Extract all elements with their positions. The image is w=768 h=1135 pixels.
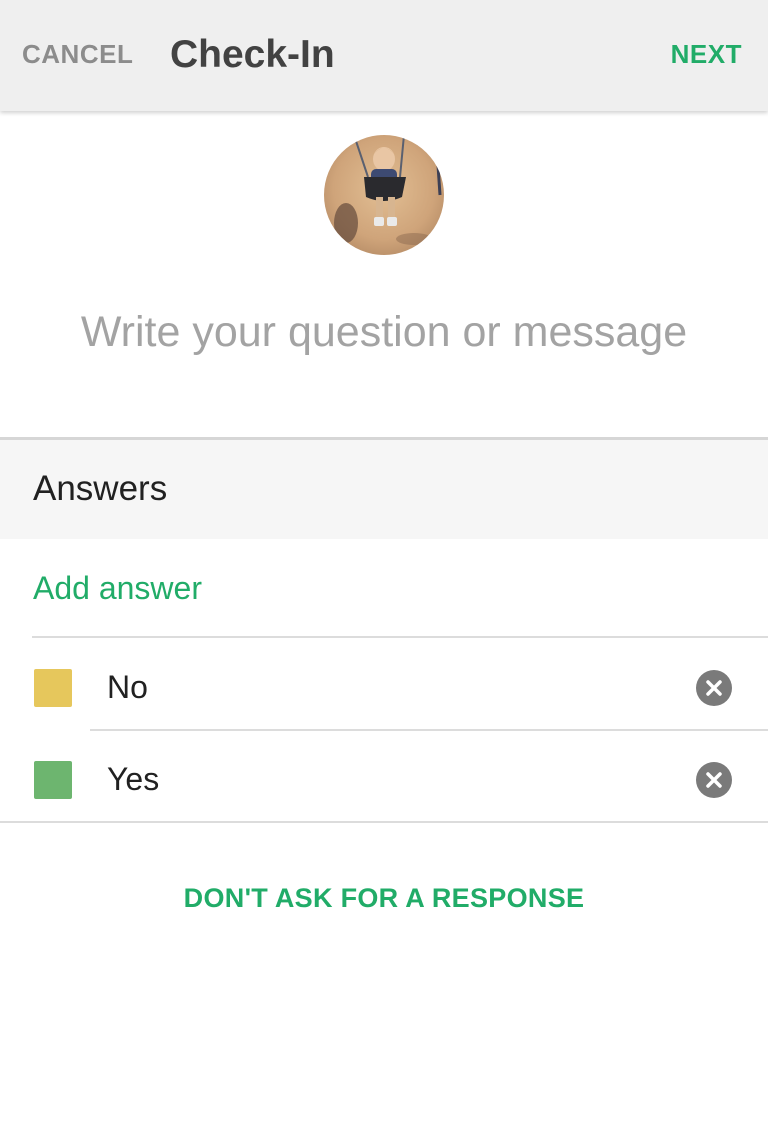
check-in-screen: CANCEL Check-In NEXT Write your question… (0, 0, 768, 1135)
remove-answer-icon[interactable] (696, 762, 732, 798)
avatar[interactable] (324, 135, 444, 255)
answers-heading: Answers (33, 469, 168, 508)
divider (0, 821, 768, 823)
divider (90, 729, 768, 731)
cancel-button[interactable]: CANCEL (22, 34, 133, 74)
remove-answer-icon[interactable] (696, 670, 732, 706)
answer-row: No (0, 640, 768, 730)
message-input[interactable] (0, 296, 768, 368)
answer-color-swatch[interactable] (34, 669, 72, 707)
answer-label[interactable]: No (107, 665, 148, 709)
answer-row: Yes (0, 732, 768, 822)
answer-color-swatch[interactable] (34, 761, 72, 799)
avatar-photo (324, 135, 444, 255)
divider (32, 636, 768, 638)
toolbar: CANCEL Check-In NEXT (0, 0, 768, 111)
answers-section-header: Answers (0, 440, 768, 539)
page-title: Check-In (170, 33, 335, 76)
add-answer-button[interactable]: Add answer (33, 567, 202, 609)
answer-label[interactable]: Yes (107, 757, 159, 801)
dont-ask-for-response-button[interactable]: DON'T ASK FOR A RESPONSE (0, 876, 768, 920)
next-button[interactable]: NEXT (671, 34, 742, 74)
